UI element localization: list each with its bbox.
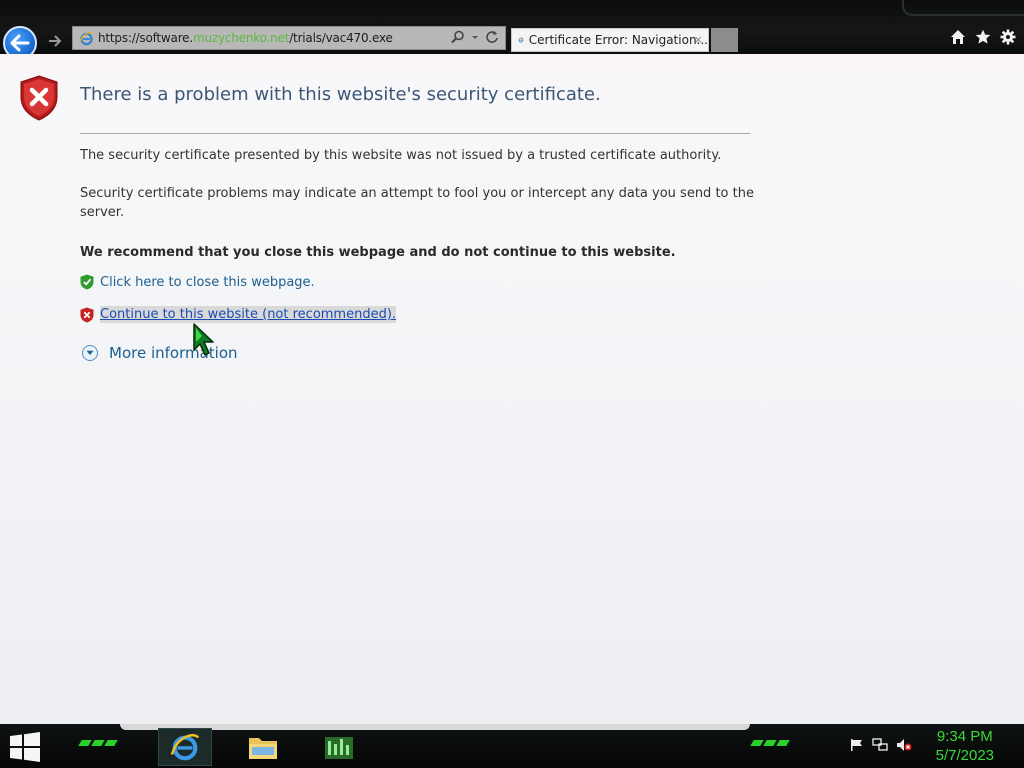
url-prefix: https://software. [98,31,193,45]
volume-muted-icon[interactable] [896,738,912,752]
internet-explorer-icon [170,734,200,761]
page-content: There is a problem with this website's s… [0,54,1024,724]
taskbar-glow [120,724,750,730]
green-shield-check-icon [80,274,94,290]
ie-page-icon [79,31,94,45]
taskbar: 9:34 PM 5/7/2023 [0,724,1024,768]
dropdown-chevron-icon[interactable] [471,30,479,44]
ie-tab-icon [518,37,524,43]
chrome-decoration [902,0,1024,16]
close-webpage-row: Click here to close this webpage. [80,274,315,290]
title-divider [80,133,750,134]
tab-certificate-error[interactable]: Certificate Error: Navigation... × [511,28,709,52]
taskbar-deco-right [750,740,790,746]
forward-button[interactable] [46,32,64,50]
continue-website-row: Continue to this website (not recommende… [80,306,397,323]
description-paragraph-2: Security certificate problems may indica… [80,186,754,220]
forward-arrow-icon [49,35,62,47]
favorites-star-icon[interactable] [975,29,991,45]
mouse-cursor-icon [193,323,214,356]
taskbar-clock[interactable]: 9:34 PM 5/7/2023 [936,727,994,765]
expand-chevron-icon [82,345,98,361]
description-paragraph-1: The security certificate presented by th… [80,148,722,163]
flag-icon[interactable] [850,738,864,752]
folder-icon [249,738,277,759]
page-title: There is a problem with this website's s… [80,84,601,105]
address-bar[interactable]: https://software.muzychenko.net/trials/v… [72,26,506,50]
tab-close-icon[interactable]: × [694,32,702,47]
back-arrow-icon [10,34,30,52]
system-tray [850,738,912,752]
windows-start-icon[interactable] [8,732,42,762]
tab-title: Certificate Error: Navigation... [528,33,708,47]
taskbar-deco-left [78,740,118,746]
url-domain: muzychenko.net [192,31,290,45]
new-tab-button[interactable] [711,28,738,52]
taskbar-ie-app[interactable] [158,728,212,766]
settings-gear-icon[interactable] [1000,29,1016,45]
close-webpage-link[interactable]: Click here to close this webpage. [100,275,315,290]
audio-app-icon [325,737,353,759]
home-icon[interactable] [950,29,966,45]
error-shield-icon [20,75,58,121]
taskbar-file-explorer-app[interactable] [236,728,290,766]
red-shield-x-icon [80,307,94,322]
clock-date: 5/7/2023 [935,747,994,764]
recommendation-text: We recommend that you close this webpage… [80,245,676,260]
search-icon[interactable] [451,30,465,44]
clock-time: 9:34 PM [936,728,993,745]
network-icon[interactable] [872,738,888,752]
taskbar-app-3[interactable] [312,728,366,766]
url-path: /trials/vac470.exe [289,31,393,45]
refresh-icon[interactable] [485,30,499,44]
browser-toolbar: https://software.muzychenko.net/trials/v… [0,0,1024,60]
url-text: https://software.muzychenko.net/trials/v… [98,31,393,45]
continue-website-link[interactable]: Continue to this website (not recommende… [100,306,397,323]
